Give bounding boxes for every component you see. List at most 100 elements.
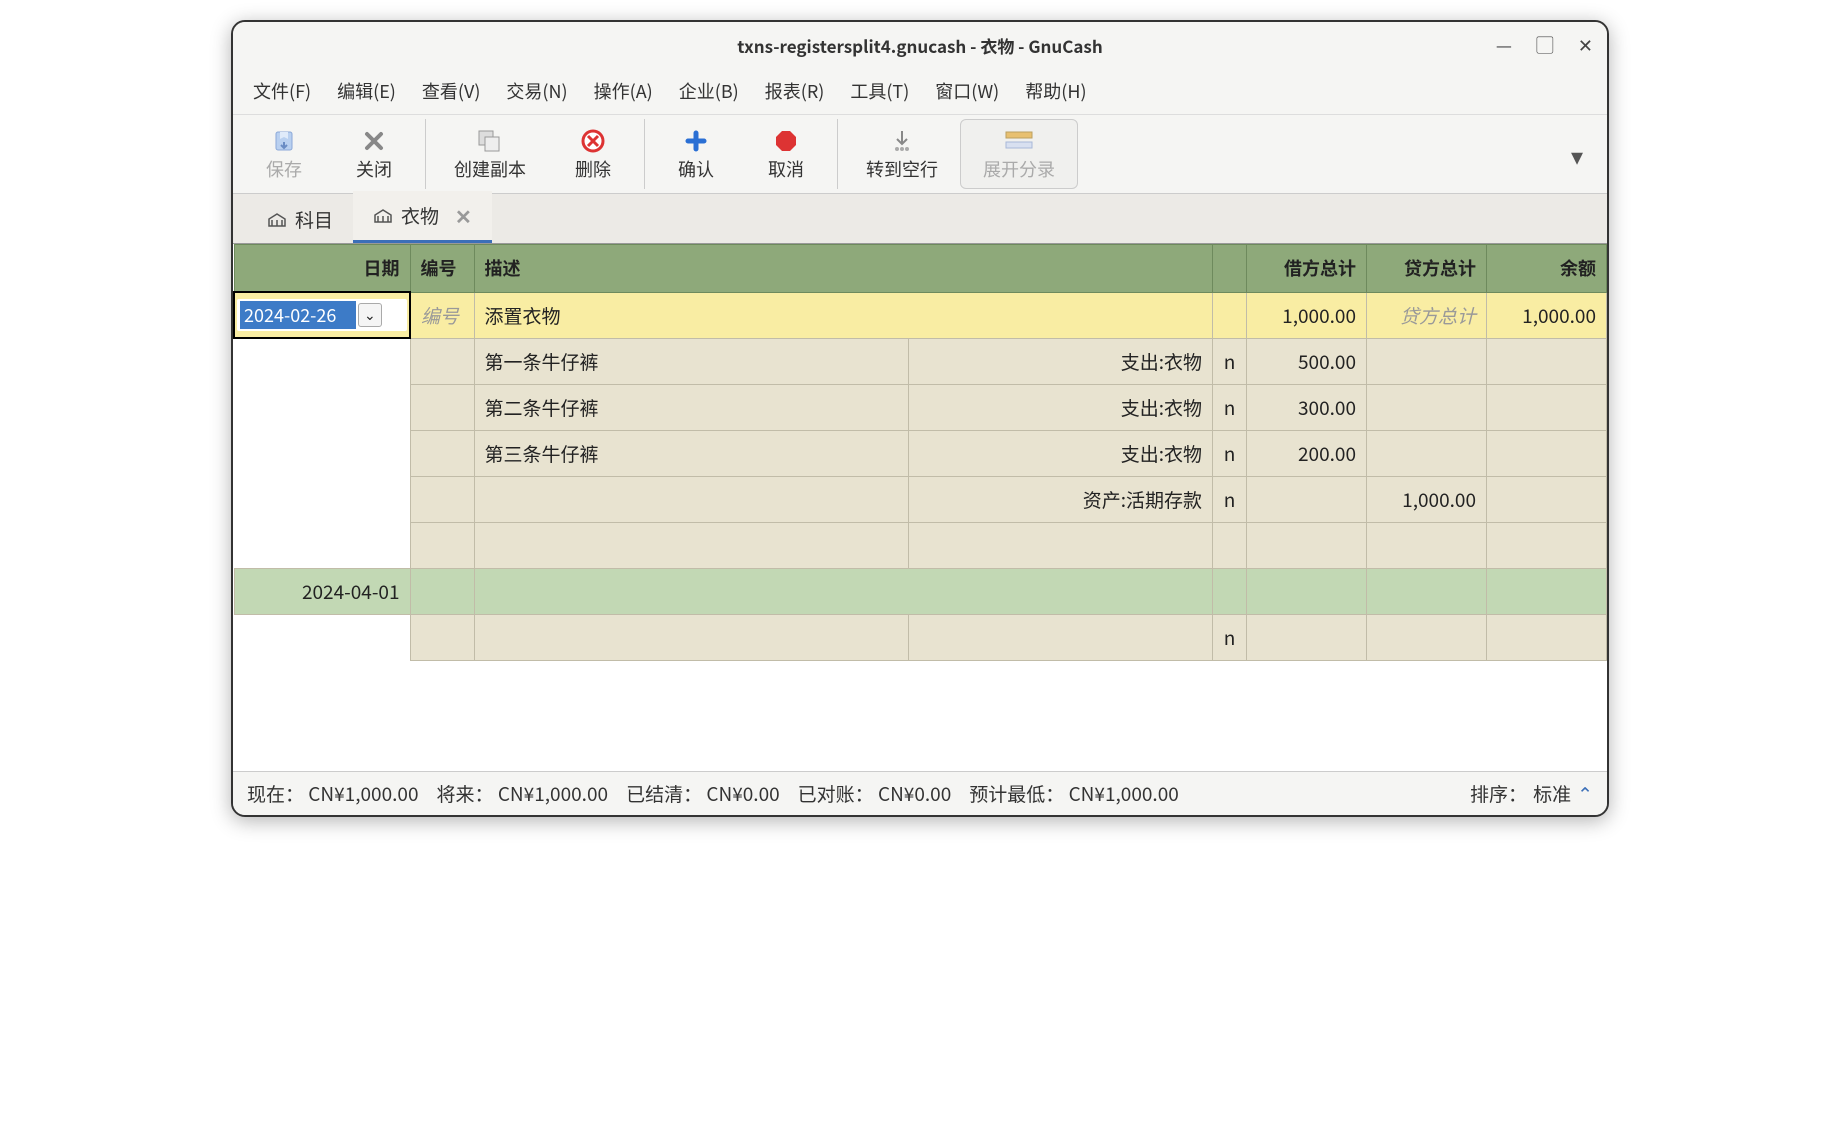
r-cell[interactable] bbox=[1213, 292, 1247, 338]
split-account[interactable]: 资产:活期存款 bbox=[909, 476, 1213, 522]
split-label: 展开分录 bbox=[983, 156, 1055, 182]
split-row-empty[interactable] bbox=[234, 522, 1607, 568]
status-cleared: 已结清： CN¥0.00 bbox=[626, 780, 780, 807]
menu-reports[interactable]: 报表(R) bbox=[759, 74, 831, 108]
desc-cell[interactable]: 添置衣物 bbox=[474, 292, 1213, 338]
delete-label: 删除 bbox=[575, 156, 611, 182]
split-row[interactable]: 第一条牛仔裤 支出:衣物 n 500.00 bbox=[234, 338, 1607, 384]
split-credit[interactable] bbox=[1367, 522, 1487, 568]
minimize-button[interactable]: — bbox=[1496, 32, 1512, 58]
toolbar-overflow-button[interactable]: ▾ bbox=[1553, 137, 1601, 172]
transaction-row-main[interactable]: 2024-02-26 ⌄ 编号 添置衣物 1,000.00 贷方总计 1,000… bbox=[234, 292, 1607, 338]
blank-num[interactable] bbox=[410, 614, 474, 660]
split-num[interactable] bbox=[410, 522, 474, 568]
blank-desc[interactable] bbox=[474, 614, 909, 660]
menu-edit[interactable]: 编辑(E) bbox=[331, 74, 402, 108]
delete-button[interactable]: 删除 bbox=[548, 120, 638, 188]
split-r[interactable]: n bbox=[1213, 338, 1247, 384]
split-debit[interactable]: 500.00 bbox=[1247, 338, 1367, 384]
menu-help[interactable]: 帮助(H) bbox=[1019, 74, 1092, 108]
split-balance bbox=[1487, 338, 1607, 384]
split-debit[interactable] bbox=[1247, 476, 1367, 522]
blank-credit[interactable] bbox=[1367, 614, 1487, 660]
credit-cell[interactable]: 贷方总计 bbox=[1367, 292, 1487, 338]
next-debit[interactable] bbox=[1247, 568, 1367, 614]
account-icon bbox=[373, 208, 393, 224]
tab-accounts-label: 科目 bbox=[295, 206, 333, 233]
date-dropdown-button[interactable]: ⌄ bbox=[358, 303, 382, 327]
save-button[interactable]: 保存 bbox=[239, 120, 329, 188]
split-row[interactable]: 第三条牛仔裤 支出:衣物 n 200.00 bbox=[234, 430, 1607, 476]
duplicate-button[interactable]: 创建副本 bbox=[432, 120, 548, 188]
cancel-button[interactable]: 取消 bbox=[741, 120, 831, 188]
menu-windows[interactable]: 窗口(W) bbox=[929, 74, 1005, 108]
num-cell[interactable]: 编号 bbox=[410, 292, 474, 338]
split-button[interactable]: 展开分录 bbox=[960, 119, 1078, 189]
split-credit[interactable] bbox=[1367, 430, 1487, 476]
split-account[interactable]: 支出:衣物 bbox=[909, 384, 1213, 430]
split-debit[interactable] bbox=[1247, 522, 1367, 568]
split-num[interactable] bbox=[410, 476, 474, 522]
split-num[interactable] bbox=[410, 384, 474, 430]
tab-clothing[interactable]: 衣物 ✕ bbox=[353, 191, 492, 243]
split-r[interactable]: n bbox=[1213, 476, 1247, 522]
split-r[interactable]: n bbox=[1213, 384, 1247, 430]
split-row[interactable]: 第二条牛仔裤 支出:衣物 n 300.00 bbox=[234, 384, 1607, 430]
split-account[interactable] bbox=[909, 522, 1213, 568]
menu-transaction[interactable]: 交易(N) bbox=[500, 74, 573, 108]
status-sort[interactable]: 排序： 标准 ⌃ bbox=[1470, 780, 1593, 807]
header-desc: 描述 bbox=[474, 245, 1213, 293]
next-num[interactable] bbox=[410, 568, 474, 614]
split-credit[interactable] bbox=[1367, 384, 1487, 430]
maximize-button[interactable]: ▢ bbox=[1536, 32, 1554, 58]
header-num: 编号 bbox=[410, 245, 474, 293]
split-r[interactable] bbox=[1213, 522, 1247, 568]
split-r[interactable]: n bbox=[1213, 430, 1247, 476]
split-row-blank[interactable]: n bbox=[234, 614, 1607, 660]
close-window-button[interactable]: ✕ bbox=[1578, 32, 1593, 58]
split-desc[interactable]: 第二条牛仔裤 bbox=[474, 384, 909, 430]
goto-blank-icon bbox=[889, 126, 915, 156]
menu-business[interactable]: 企业(B) bbox=[673, 74, 745, 108]
split-debit[interactable]: 200.00 bbox=[1247, 430, 1367, 476]
tab-accounts[interactable]: 科目 bbox=[247, 196, 353, 243]
split-desc[interactable] bbox=[474, 522, 909, 568]
split-debit[interactable]: 300.00 bbox=[1247, 384, 1367, 430]
split-credit[interactable] bbox=[1367, 338, 1487, 384]
debit-cell[interactable]: 1,000.00 bbox=[1247, 292, 1367, 338]
split-credit[interactable]: 1,000.00 bbox=[1367, 476, 1487, 522]
menu-actions[interactable]: 操作(A) bbox=[588, 74, 659, 108]
duplicate-icon bbox=[477, 126, 503, 156]
split-desc[interactable] bbox=[474, 476, 909, 522]
blank-debit[interactable] bbox=[1247, 614, 1367, 660]
menu-tools[interactable]: 工具(T) bbox=[844, 74, 915, 108]
next-desc[interactable] bbox=[474, 568, 1213, 614]
close-button[interactable]: 关闭 bbox=[329, 120, 419, 188]
next-date-cell[interactable]: 2024-04-01 bbox=[234, 568, 410, 614]
delete-icon bbox=[580, 126, 606, 156]
tab-close-button[interactable]: ✕ bbox=[455, 201, 472, 230]
next-r[interactable] bbox=[1213, 568, 1247, 614]
split-date-blank bbox=[234, 338, 410, 384]
blank-r[interactable]: n bbox=[1213, 614, 1247, 660]
split-account[interactable]: 支出:衣物 bbox=[909, 430, 1213, 476]
cancel-label: 取消 bbox=[768, 156, 804, 182]
split-account[interactable]: 支出:衣物 bbox=[909, 338, 1213, 384]
split-desc[interactable]: 第三条牛仔裤 bbox=[474, 430, 909, 476]
statusbar: 现在： CN¥1,000.00 将来： CN¥1,000.00 已结清： CN¥… bbox=[233, 771, 1607, 815]
split-num[interactable] bbox=[410, 338, 474, 384]
date-cell[interactable]: 2024-02-26 ⌄ bbox=[234, 292, 410, 338]
split-balance bbox=[1487, 522, 1607, 568]
split-num[interactable] bbox=[410, 430, 474, 476]
split-desc[interactable]: 第一条牛仔裤 bbox=[474, 338, 909, 384]
menu-file[interactable]: 文件(F) bbox=[247, 74, 317, 108]
blank-account[interactable] bbox=[909, 614, 1213, 660]
register-table: 日期 编号 描述 借方总计 贷方总计 余额 2024-02-26 ⌄ 编号 添置… bbox=[233, 244, 1607, 661]
split-row[interactable]: 资产:活期存款 n 1,000.00 bbox=[234, 476, 1607, 522]
next-credit[interactable] bbox=[1367, 568, 1487, 614]
menu-view[interactable]: 查看(V) bbox=[416, 74, 487, 108]
date-input[interactable]: 2024-02-26 bbox=[240, 301, 356, 329]
transaction-row-next[interactable]: 2024-04-01 bbox=[234, 568, 1607, 614]
blank-button[interactable]: 转到空行 bbox=[844, 120, 960, 188]
enter-button[interactable]: 确认 bbox=[651, 120, 741, 188]
